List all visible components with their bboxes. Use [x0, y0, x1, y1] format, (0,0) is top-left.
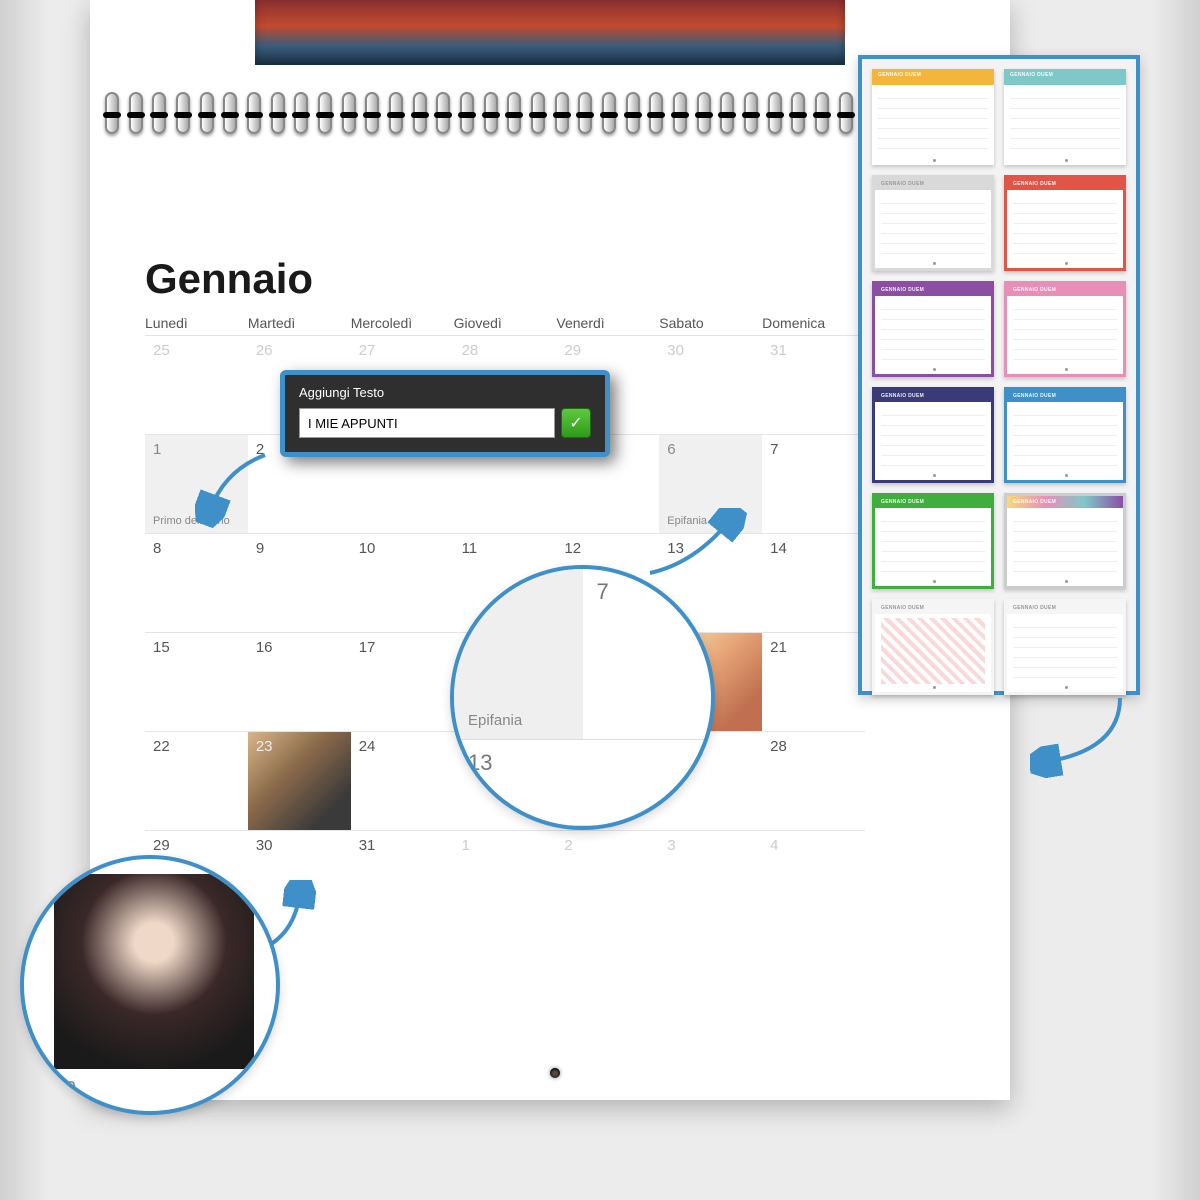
calendar-cell[interactable]: 17 — [351, 633, 454, 731]
thumb-month-label: GENNAIO DUEM — [878, 72, 921, 78]
zoom-cell-7: 7 — [583, 569, 712, 739]
calendar-cell[interactable]: 4 — [762, 831, 865, 929]
day-header: Martedì — [248, 315, 351, 331]
calendar-cell[interactable]: 8 — [145, 534, 248, 632]
calendar-cell[interactable]: 2 — [556, 831, 659, 929]
calendar-cell[interactable]: 16 — [248, 633, 351, 731]
add-text-popup: Aggiungi Testo ✓ — [280, 370, 610, 457]
style-picker-panel: GENNAIO DUEM GENNAIO DUEM GENNAIO DUEM GENN… — [858, 55, 1140, 695]
calendar-cell[interactable]: 10 — [351, 534, 454, 632]
zoom-cell-6: 6 Epifania — [454, 569, 583, 739]
day-header: Giovedì — [454, 315, 557, 331]
arrow-icon — [640, 508, 750, 588]
day-header: Mercoledì — [351, 315, 454, 331]
thumb-month-label: GENNAIO DUEM — [881, 181, 924, 187]
calendar-cell[interactable]: 25 — [145, 336, 248, 434]
thumb-month-label: GENNAIO DUEM — [881, 605, 924, 611]
style-thumbnail[interactable]: GENNAIO DUEM — [1004, 599, 1126, 695]
thumb-month-label: GENNAIO DUEM — [881, 287, 924, 293]
month-title: Gennaio — [145, 255, 313, 303]
punch-hole — [550, 1068, 560, 1078]
calendar-cell[interactable]: 31 — [351, 831, 454, 929]
day-header: Lunedì — [145, 315, 248, 331]
calendar-cell[interactable]: 22 — [145, 732, 248, 830]
thumb-month-label: GENNAIO DUEM — [1010, 72, 1053, 78]
zoom-num-bottom: 30 — [54, 1078, 76, 1101]
day-header: Venerdì — [556, 315, 659, 331]
style-thumbnail[interactable]: GENNAIO DUEM — [1004, 493, 1126, 589]
style-thumbnail[interactable]: GENNAIO DUEM — [1004, 281, 1126, 377]
zoom-cell-13: 13 — [454, 740, 583, 825]
style-thumbnail[interactable]: GENNAIO DUEM — [1004, 387, 1126, 483]
popup-title: Aggiungi Testo — [299, 385, 591, 400]
style-thumbnail[interactable]: GENNAIO DUEM — [872, 493, 994, 589]
calendar-cell[interactable]: 9 — [248, 534, 351, 632]
style-thumbnail[interactable]: GENNAIO DUEM — [872, 69, 994, 165]
day-header: Domenica — [762, 315, 865, 331]
thumb-month-label: GENNAIO DUEM — [881, 393, 924, 399]
calendar-cell[interactable]: 1 — [454, 831, 557, 929]
calendar-cell[interactable]: 14 — [762, 534, 865, 632]
calendar-cell[interactable]: 21 — [762, 633, 865, 731]
style-thumbnail[interactable]: GENNAIO DUEM — [1004, 69, 1126, 165]
photo-zoom-callout: 23 30 — [20, 855, 280, 1115]
thumb-month-label: GENNAIO DUEM — [1013, 181, 1056, 187]
calendar-cell[interactable]: 24 — [351, 732, 454, 830]
calendar-cell[interactable]: 7 — [762, 435, 865, 533]
style-thumbnail[interactable]: GENNAIO DUEM — [872, 281, 994, 377]
day-header: Sabato — [659, 315, 762, 331]
thumb-month-label: GENNAIO DUEM — [1013, 605, 1056, 611]
calendar-cell[interactable]: 23 — [248, 732, 351, 830]
arrow-icon — [1030, 690, 1150, 780]
day-zoom-callout: 6 Epifania 7 13 — [450, 565, 715, 830]
header-photo — [255, 0, 845, 65]
thumb-month-label: GENNAIO DUEM — [1013, 393, 1056, 399]
thumb-month-label: GENNAIO DUEM — [881, 499, 924, 505]
style-thumbnail[interactable]: GENNAIO DUEM — [872, 599, 994, 695]
zoom-holiday-label: Epifania — [468, 712, 522, 729]
style-thumbnail[interactable]: GENNAIO DUEM — [1004, 175, 1126, 271]
zoom-photo — [54, 874, 254, 1069]
style-thumbnail[interactable]: GENNAIO DUEM — [872, 175, 994, 271]
calendar-cell[interactable]: 31 — [762, 336, 865, 434]
calendar-cell[interactable]: 30 — [659, 336, 762, 434]
calendar-cell[interactable]: 3 — [659, 831, 762, 929]
thumb-month-label: GENNAIO DUEM — [1013, 499, 1056, 505]
style-thumbnail[interactable]: GENNAIO DUEM — [872, 387, 994, 483]
arrow-icon — [195, 445, 285, 535]
thumb-month-label: GENNAIO DUEM — [1013, 287, 1056, 293]
day-header-row: LunedìMartedìMercoledìGiovedìVenerdìSaba… — [145, 315, 865, 335]
note-input[interactable] — [299, 408, 555, 438]
calendar-cell[interactable]: 15 — [145, 633, 248, 731]
calendar-cell[interactable]: 28 — [762, 732, 865, 830]
confirm-button[interactable]: ✓ — [561, 408, 591, 438]
